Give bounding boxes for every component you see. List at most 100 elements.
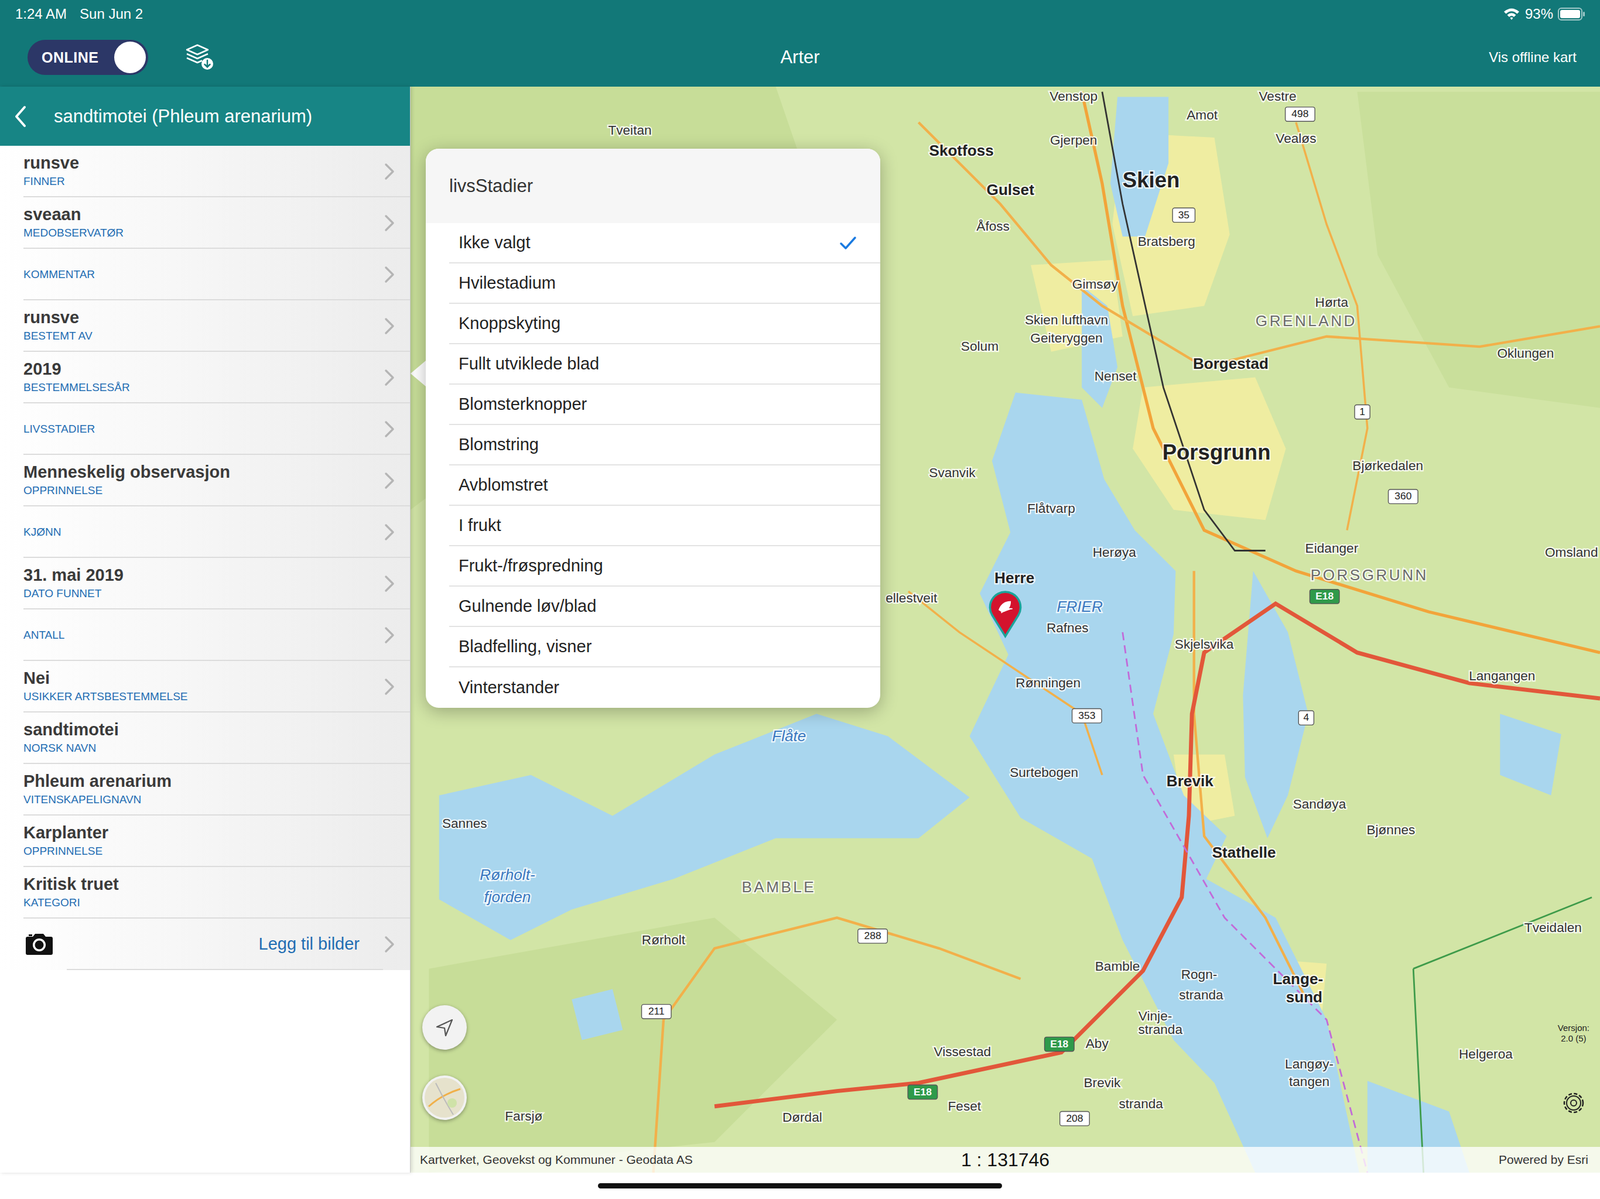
map-label: Bjørkedalen — [1352, 458, 1424, 474]
sidebar-item[interactable]: 2019BESTEMMELSESÅR — [0, 351, 410, 404]
basemap-button[interactable] — [422, 1075, 467, 1121]
offline-map-button[interactable]: Vis offline kart — [1488, 49, 1577, 66]
life-stage-option[interactable]: Gulnende løv/blad — [449, 586, 881, 628]
life-stage-option[interactable]: Bladfelling, visner — [449, 627, 881, 668]
status-left: 1:24 AMSun Jun 2 — [15, 5, 143, 23]
life-stage-option[interactable]: Blomsterknopper — [449, 384, 881, 426]
map-label-text: Rørholt- — [479, 866, 536, 884]
life-stage-option[interactable]: Knoppskyting — [449, 303, 881, 345]
map[interactable]: VenstopVestreAmotTveitanSkotfossGjerpenV… — [410, 86, 1600, 1174]
life-stage-option[interactable]: Avblomstret — [449, 465, 881, 507]
map-label-text: Solum — [961, 339, 999, 354]
sidebar-item[interactable]: NeiUSIKKER ARTSBESTEMMELSE — [0, 661, 410, 713]
map-label: Surtebogen — [1009, 765, 1079, 781]
option-label: Gulnende løv/blad — [458, 596, 857, 617]
life-stage-option[interactable]: Frukt-/frøspredning — [449, 546, 881, 587]
map-label: Sannes — [442, 816, 488, 832]
map-label-text: Vinje- — [1138, 1009, 1172, 1024]
map-label: Brevik — [1084, 1075, 1122, 1091]
gear-icon[interactable] — [1559, 1088, 1589, 1119]
life-stage-option[interactable]: Ikke valgt — [449, 223, 881, 264]
chevron-holder — [384, 317, 395, 338]
photo-row-inner: Legg til bilder — [66, 918, 384, 971]
sidebar-row: runsveFINNER — [0, 145, 410, 198]
sidebar-item[interactable]: KOMMENTAR — [0, 248, 410, 301]
option-label: Blomstring — [458, 435, 857, 455]
map-label: E18 — [1044, 1037, 1075, 1052]
life-stage-option[interactable]: Vinterstander — [449, 667, 881, 709]
field-label: DATO FUNNET — [23, 586, 395, 602]
life-stage-option[interactable]: I frukt — [449, 506, 881, 547]
map-label-text: Herre — [994, 569, 1035, 587]
map-label-text: 1 — [1359, 405, 1366, 418]
field-label: KOMMENTAR — [23, 267, 395, 283]
map-label: Borgestad — [1192, 354, 1269, 373]
map-label: 211 — [641, 1004, 672, 1020]
top-bar: 1:24 AMSun Jun 293%ONLINEArterVis offlin… — [0, 0, 1600, 87]
option-label: Fullt utviklede blad — [458, 354, 857, 374]
field-label: MEDOBSERVATØR — [23, 226, 395, 241]
sidebar-item[interactable]: ANTALL — [0, 609, 410, 662]
status-time: 1:24 AM — [15, 5, 67, 23]
life-stage-popover: livsStadier Ikke valgtHvilestadium Knoppsk… — [425, 148, 881, 709]
life-stage-option[interactable]: Fullt utviklede blad — [449, 344, 881, 385]
sidebar-row: KJØNN — [0, 506, 410, 559]
map-label: Bamble — [1095, 959, 1141, 974]
sidebar-item[interactable]: Menneskelig observasjonOPPRINNELSE — [0, 455, 410, 507]
sidebar-item[interactable]: sveaanMEDOBSERVATØR — [0, 197, 410, 249]
species-title: sandtimotei (Phleum arenarium) — [53, 106, 313, 128]
photo-row[interactable]: Legg til bilder — [0, 918, 410, 971]
field-text: LIVSSTADIER — [23, 403, 410, 456]
observation-pin-icon[interactable] — [989, 592, 1021, 637]
online-toggle[interactable]: ONLINE — [27, 39, 149, 75]
sidebar-item: sandtimoteiNORSK NAVN — [0, 712, 410, 765]
sidebar-item[interactable]: KJØNN — [0, 506, 410, 559]
map-label-text: sund — [1286, 988, 1323, 1007]
map-label-text: Langangen — [1468, 668, 1535, 684]
option-label: Knoppskyting — [458, 313, 857, 334]
map-label-text: 211 — [648, 1005, 665, 1018]
map-label: E18 — [1309, 589, 1340, 604]
life-stage-option[interactable]: Hvilestadium — [449, 263, 881, 304]
map-label: Omsland — [1544, 545, 1599, 560]
map-label-text: Lange- — [1273, 970, 1324, 988]
map-label: stranda — [1138, 1022, 1184, 1038]
back-chevron-icon[interactable] — [14, 104, 27, 129]
sidebar-item[interactable]: 31. mai 2019DATO FUNNET — [0, 558, 410, 610]
map-label-text: 4 — [1303, 711, 1310, 724]
map-label-text: Langøy- — [1284, 1057, 1334, 1072]
map-label: Vinje- — [1138, 1009, 1172, 1024]
map-label-text: Skotfoss — [928, 141, 994, 160]
map-label: Dørdal — [782, 1110, 823, 1126]
map-label: Vissestad — [933, 1044, 991, 1060]
map-label: GRENLAND — [1255, 312, 1357, 330]
map-label: 4 — [1298, 710, 1314, 726]
map-label-text: 35 — [1178, 209, 1190, 221]
map-label: Porsgrunn — [1162, 440, 1271, 465]
sidebar-item[interactable]: LIVSSTADIER — [0, 403, 410, 456]
field-text: Menneskelig observasjonOPPRINNELSE — [23, 455, 410, 507]
life-stage-option[interactable]: Blomstring — [449, 425, 881, 466]
field-value: sveaan — [23, 204, 395, 225]
sidebar-row: 31. mai 2019DATO FUNNET — [0, 558, 410, 610]
add-photos-button[interactable]: Legg til bilder — [258, 934, 361, 955]
map-label-text: Stathelle — [1212, 843, 1277, 862]
popover-title: livsStadier — [449, 175, 533, 197]
map-label-text: 498 — [1291, 107, 1309, 120]
map-label-text: Bjønnes — [1366, 822, 1415, 838]
chevron-holder — [384, 575, 395, 596]
sidebar-item[interactable]: runsveFINNER — [0, 145, 410, 198]
chevron-holder — [384, 626, 395, 647]
field-text: ANTALL — [23, 609, 410, 662]
locate-button[interactable] — [422, 1005, 467, 1051]
home-indicator[interactable] — [597, 1183, 1003, 1189]
field-value: sandtimotei — [23, 719, 395, 741]
map-label-text: Nenset — [1094, 368, 1137, 384]
sidebar-item[interactable]: runsveBESTEMT AV — [0, 300, 410, 352]
field-label: BESTEMT AV — [23, 329, 395, 344]
field-value: Phleum arenarium — [23, 771, 395, 792]
layers-download-icon[interactable] — [184, 42, 215, 73]
map-label-text: Svanvik — [928, 465, 976, 481]
map-label-text: FRIER — [1056, 597, 1103, 616]
esri-credit[interactable]: Powered by Esri — [1498, 1153, 1589, 1168]
